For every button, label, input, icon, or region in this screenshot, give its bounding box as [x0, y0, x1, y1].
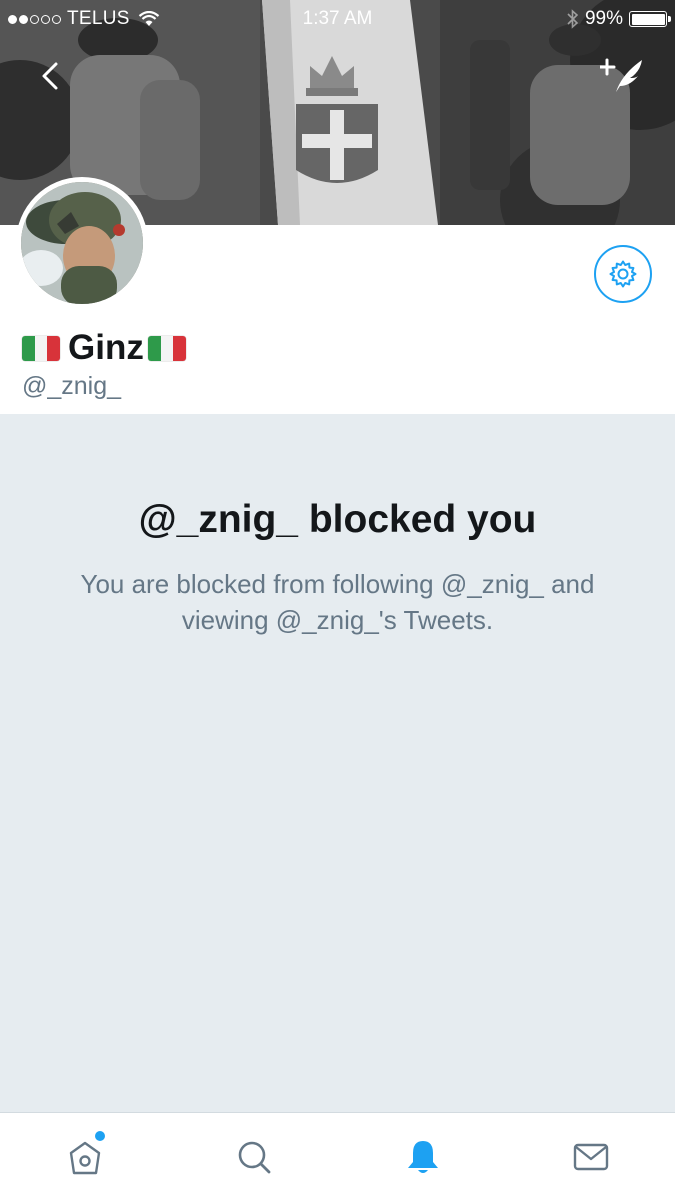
gear-icon: [609, 260, 637, 288]
bottom-tab-bar: [0, 1112, 675, 1200]
compose-tweet-icon: [598, 58, 642, 92]
profile-handle: @_znig_: [22, 372, 122, 400]
tab-notifications[interactable]: [393, 1113, 453, 1201]
blocked-title: @_znig_ blocked you: [138, 498, 537, 541]
italy-flag-icon: [22, 335, 60, 361]
bluetooth-icon: [567, 9, 579, 29]
profile-settings-button[interactable]: [594, 245, 652, 303]
search-icon: [238, 1141, 271, 1174]
tab-search[interactable]: [224, 1113, 284, 1201]
avatar-image: [21, 182, 143, 304]
profile-display-name: Ginz: [22, 326, 186, 370]
profile-avatar[interactable]: [16, 177, 148, 309]
status-bar: TELUS 1:37 AM 99%: [0, 0, 675, 38]
back-button[interactable]: [34, 56, 70, 96]
compose-tweet-button[interactable]: [598, 52, 648, 98]
home-new-indicator: [95, 1131, 105, 1141]
display-name-text: Ginz: [68, 328, 144, 367]
home-icon: [69, 1141, 101, 1175]
blocked-message: You are blocked from following @_znig_ a…: [80, 569, 595, 635]
italy-flag-icon: [147, 335, 186, 361]
chevron-left-icon: [42, 62, 58, 90]
tab-home[interactable]: [55, 1113, 115, 1201]
blocked-notice-panel: @_znig_ blocked you You are blocked from…: [0, 414, 675, 1112]
notifications-bell-icon: [408, 1141, 438, 1173]
tab-messages[interactable]: [561, 1113, 621, 1201]
battery-percent: 99%: [584, 8, 623, 29]
battery-icon: [629, 11, 671, 27]
messages-envelope-icon: [573, 1143, 609, 1171]
